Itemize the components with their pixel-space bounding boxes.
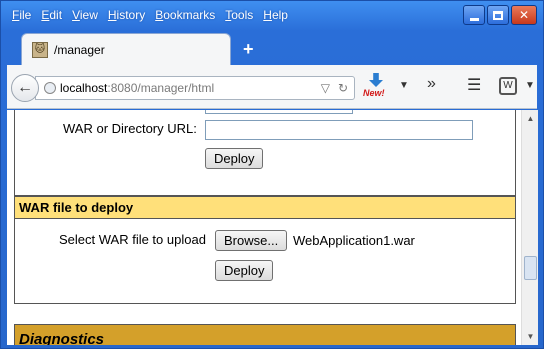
menu-bookmarks[interactable]: Bookmarks xyxy=(150,7,220,23)
extension-menu-chevron-icon[interactable]: ▼ xyxy=(525,80,535,91)
window-controls: ✕ xyxy=(463,5,537,25)
context-path-field[interactable] xyxy=(205,110,353,114)
tab-strip: 🐱 /manager + xyxy=(7,33,537,65)
scroll-down-icon[interactable]: ▼ xyxy=(524,330,537,343)
deploy-directory-button[interactable]: Deploy xyxy=(205,148,264,169)
menu-file[interactable]: File xyxy=(7,7,36,23)
war-upload-section: WAR file to deploy Select WAR file to up… xyxy=(14,196,516,304)
menu-view[interactable]: View xyxy=(67,7,103,23)
scrollbar-thumb[interactable] xyxy=(524,256,537,280)
selected-file-name: WebApplication1.war xyxy=(293,233,415,248)
pocket-icon[interactable]: W xyxy=(499,77,517,95)
globe-icon xyxy=(44,82,56,94)
menu-history[interactable]: History xyxy=(103,7,150,23)
close-button[interactable]: ✕ xyxy=(511,5,537,25)
minimize-icon xyxy=(469,17,479,21)
overflow-chevron-icon[interactable]: » xyxy=(427,75,436,93)
menu-tools[interactable]: Tools xyxy=(220,7,258,23)
back-arrow-icon: ← xyxy=(17,79,33,96)
minimize-button[interactable] xyxy=(463,5,485,25)
download-button[interactable]: New! xyxy=(363,73,389,103)
page-content: WAR or Directory URL: Deploy WAR file to… xyxy=(7,110,521,345)
menu-edit[interactable]: Edit xyxy=(36,7,67,23)
navigation-toolbar: localhost:8080/manager/html ▽ ↻ ← New! ▼… xyxy=(7,65,537,109)
tab-manager[interactable]: 🐱 /manager xyxy=(21,33,231,65)
reload-icon[interactable]: ↻ xyxy=(338,81,348,95)
diagnostics-section: Diagnostics xyxy=(14,324,516,345)
maximize-button[interactable] xyxy=(487,5,509,25)
select-war-label: Select WAR file to upload xyxy=(59,232,206,247)
download-menu-chevron-icon[interactable]: ▼ xyxy=(399,80,409,91)
scroll-up-icon[interactable]: ▲ xyxy=(524,112,537,125)
maximize-icon xyxy=(493,10,503,20)
browse-button[interactable]: Browse... xyxy=(215,230,288,251)
browser-window: File Edit View History Bookmarks Tools H… xyxy=(0,0,544,349)
menu-help[interactable]: Help xyxy=(258,7,293,23)
diagnostics-title: Diagnostics xyxy=(19,331,105,345)
back-button[interactable]: ← xyxy=(11,74,39,102)
war-url-input[interactable] xyxy=(205,120,473,140)
dropdown-arrow-icon[interactable]: ▽ xyxy=(321,81,330,95)
close-icon: ✕ xyxy=(518,8,530,22)
vertical-scrollbar[interactable]: ▲ ▼ xyxy=(521,110,538,345)
new-tab-button[interactable]: + xyxy=(243,39,254,60)
tomcat-favicon-icon: 🐱 xyxy=(32,41,48,58)
deploy-directory-section: WAR or Directory URL: Deploy xyxy=(14,110,516,196)
tab-title: /manager xyxy=(54,42,105,57)
deploy-war-button[interactable]: Deploy xyxy=(215,260,274,281)
menu-bar: File Edit View History Bookmarks Tools H… xyxy=(7,7,293,23)
war-upload-header: WAR file to deploy xyxy=(15,197,515,219)
url-host: localhost xyxy=(60,81,108,95)
download-new-badge: New! xyxy=(363,88,385,98)
url-path: :8080/manager/html xyxy=(107,81,215,95)
menu-hamburger-icon[interactable]: ☰ xyxy=(467,75,481,95)
download-arrow-icon xyxy=(369,73,383,87)
url-bar[interactable]: localhost:8080/manager/html ▽ ↻ xyxy=(35,76,355,100)
war-url-label: WAR or Directory URL: xyxy=(63,121,197,136)
